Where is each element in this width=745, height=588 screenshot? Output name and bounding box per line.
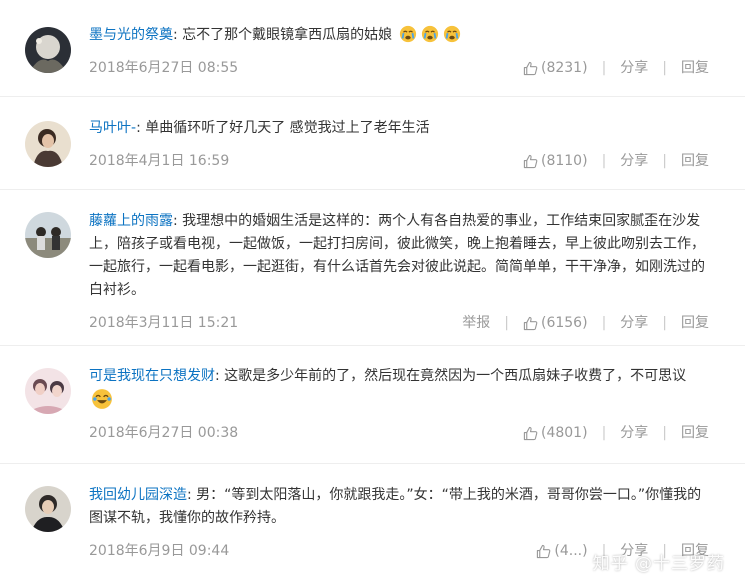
comment-body: 这歌是多少年前的了，然后现在竟然因为一个西瓜扇妹子收费了，不可思议 (224, 368, 687, 384)
comment-time: 2018年4月1日 16:59 (89, 153, 230, 169)
laughing-emoji-icon (92, 389, 112, 409)
share-button[interactable]: 分享 (620, 313, 648, 333)
share-button[interactable]: 分享 (620, 423, 648, 443)
report-button[interactable]: 举报 (462, 313, 490, 333)
like-button[interactable]: (8231) (523, 58, 588, 78)
comment-meta: 2018年6月27日 08:55 (8231) | 分享 | 回复 (89, 58, 745, 78)
comment-text: 藤蘿上的雨露: 我理想中的婚姻生活是这样的：两个人有各自热爱的事业，工作结束回家… (89, 213, 705, 298)
thumbs-up-icon (523, 316, 538, 330)
comment-text: 马叶叶-: 单曲循环听了好几天了 感觉我过上了老年生活 (89, 120, 430, 136)
divider: | (504, 315, 509, 331)
comment-text: 墨与光的祭奠: 忘不了那个戴眼镜拿西瓜扇的姑娘 (89, 24, 745, 47)
comment-list: 墨与光的祭奠: 忘不了那个戴眼镜拿西瓜扇的姑娘 2018年6月27日 08:55… (0, 0, 745, 588)
like-count: (8231) (541, 60, 588, 76)
comment-meta: 2018年4月1日 16:59 (8110) | 分享 | 回复 (89, 151, 745, 171)
comment-item: 藤蘿上的雨露: 我理想中的婚姻生活是这样的：两个人有各自热爱的事业，工作结束回家… (0, 190, 745, 346)
thumbs-up-icon (523, 61, 538, 75)
comment-body: 单曲循环听了好几天了 感觉我过上了老年生活 (145, 120, 430, 136)
thumbs-up-icon (523, 154, 538, 168)
like-count: (4801) (541, 425, 588, 441)
like-count: (6156) (541, 315, 588, 331)
comment-body: 忘不了那个戴眼镜拿西瓜扇的姑娘 (182, 27, 393, 43)
comment-item: 马叶叶-: 单曲循环听了好几天了 感觉我过上了老年生活 2018年4月1日 16… (0, 97, 745, 190)
share-button[interactable]: 分享 (620, 151, 648, 171)
comment-body: 我理想中的婚姻生活是这样的：两个人有各自热爱的事业，工作结束回家腻歪在沙发上，陪… (89, 213, 705, 298)
divider: | (662, 425, 667, 441)
comment-username[interactable]: 藤蘿上的雨露 (89, 213, 173, 229)
comment-actions: (8231) | 分享 | 回复 (523, 58, 709, 78)
divider: | (662, 60, 667, 76)
avatar[interactable] (25, 486, 71, 532)
like-button[interactable]: (8110) (523, 151, 588, 171)
reply-button[interactable]: 回复 (681, 58, 709, 78)
divider: | (662, 315, 667, 331)
reply-button[interactable]: 回复 (681, 151, 709, 171)
comment-item: 墨与光的祭奠: 忘不了那个戴眼镜拿西瓜扇的姑娘 2018年6月27日 08:55… (0, 0, 745, 97)
divider: | (601, 315, 607, 331)
like-button[interactable]: (6156) (523, 313, 588, 333)
comment-username[interactable]: 可是我现在只想发财 (89, 368, 215, 384)
like-count: (8110) (541, 153, 588, 169)
divider: | (662, 153, 667, 169)
comment-actions: (8110) | 分享 | 回复 (523, 151, 709, 171)
crying-emoji-icon (399, 25, 416, 43)
share-button[interactable]: 分享 (620, 58, 648, 78)
comment-time: 2018年3月11日 15:21 (89, 315, 239, 331)
comment-username[interactable]: 马叶叶- (89, 120, 136, 136)
comment-text: 我回幼儿园深造: 男：“等到太阳落山，你就跟我走。”女：“带上我的米酒，哥哥你尝… (89, 487, 702, 526)
avatar[interactable] (25, 121, 71, 167)
reply-button[interactable]: 回复 (681, 313, 709, 333)
avatar[interactable] (25, 368, 71, 414)
comment-actions: 举报 | (6156) | 分享 | 回复 (462, 313, 709, 333)
comment-actions: (4801) | 分享 | 回复 (523, 423, 709, 443)
comment-meta: 2018年6月27日 00:38 (4801) | 分享 | 回复 (89, 423, 745, 443)
comment-item: 可是我现在只想发财: 这歌是多少年前的了，然后现在竟然因为一个西瓜扇妹子收费了，… (0, 346, 745, 464)
like-count: (4...) (554, 543, 588, 559)
reply-button[interactable]: 回复 (681, 423, 709, 443)
comment-time: 2018年6月27日 08:55 (89, 60, 239, 76)
like-button[interactable]: (4801) (523, 423, 588, 443)
crying-emoji-icon (443, 25, 460, 43)
divider: | (601, 153, 607, 169)
comment-username[interactable]: 我回幼儿园深造 (89, 487, 187, 503)
avatar[interactable] (25, 27, 71, 73)
comment-username[interactable]: 墨与光的祭奠 (89, 27, 173, 43)
like-button[interactable]: (4...) (536, 541, 588, 561)
thumbs-up-icon (523, 426, 538, 440)
comment-time: 2018年6月9日 09:44 (89, 543, 230, 559)
divider: | (601, 60, 607, 76)
thumbs-up-icon (537, 544, 551, 558)
comment-text: 可是我现在只想发财: 这歌是多少年前的了，然后现在竟然因为一个西瓜扇妹子收费了，… (89, 365, 745, 412)
watermark: 知乎 @十三罗药 (592, 554, 725, 574)
comment-time: 2018年6月27日 00:38 (89, 425, 239, 441)
comment-meta: 2018年3月11日 15:21 举报 | (6156) | 分享 | 回复 (89, 313, 745, 333)
divider: | (601, 425, 607, 441)
avatar[interactable] (25, 212, 71, 258)
crying-emoji-icon (421, 25, 438, 43)
